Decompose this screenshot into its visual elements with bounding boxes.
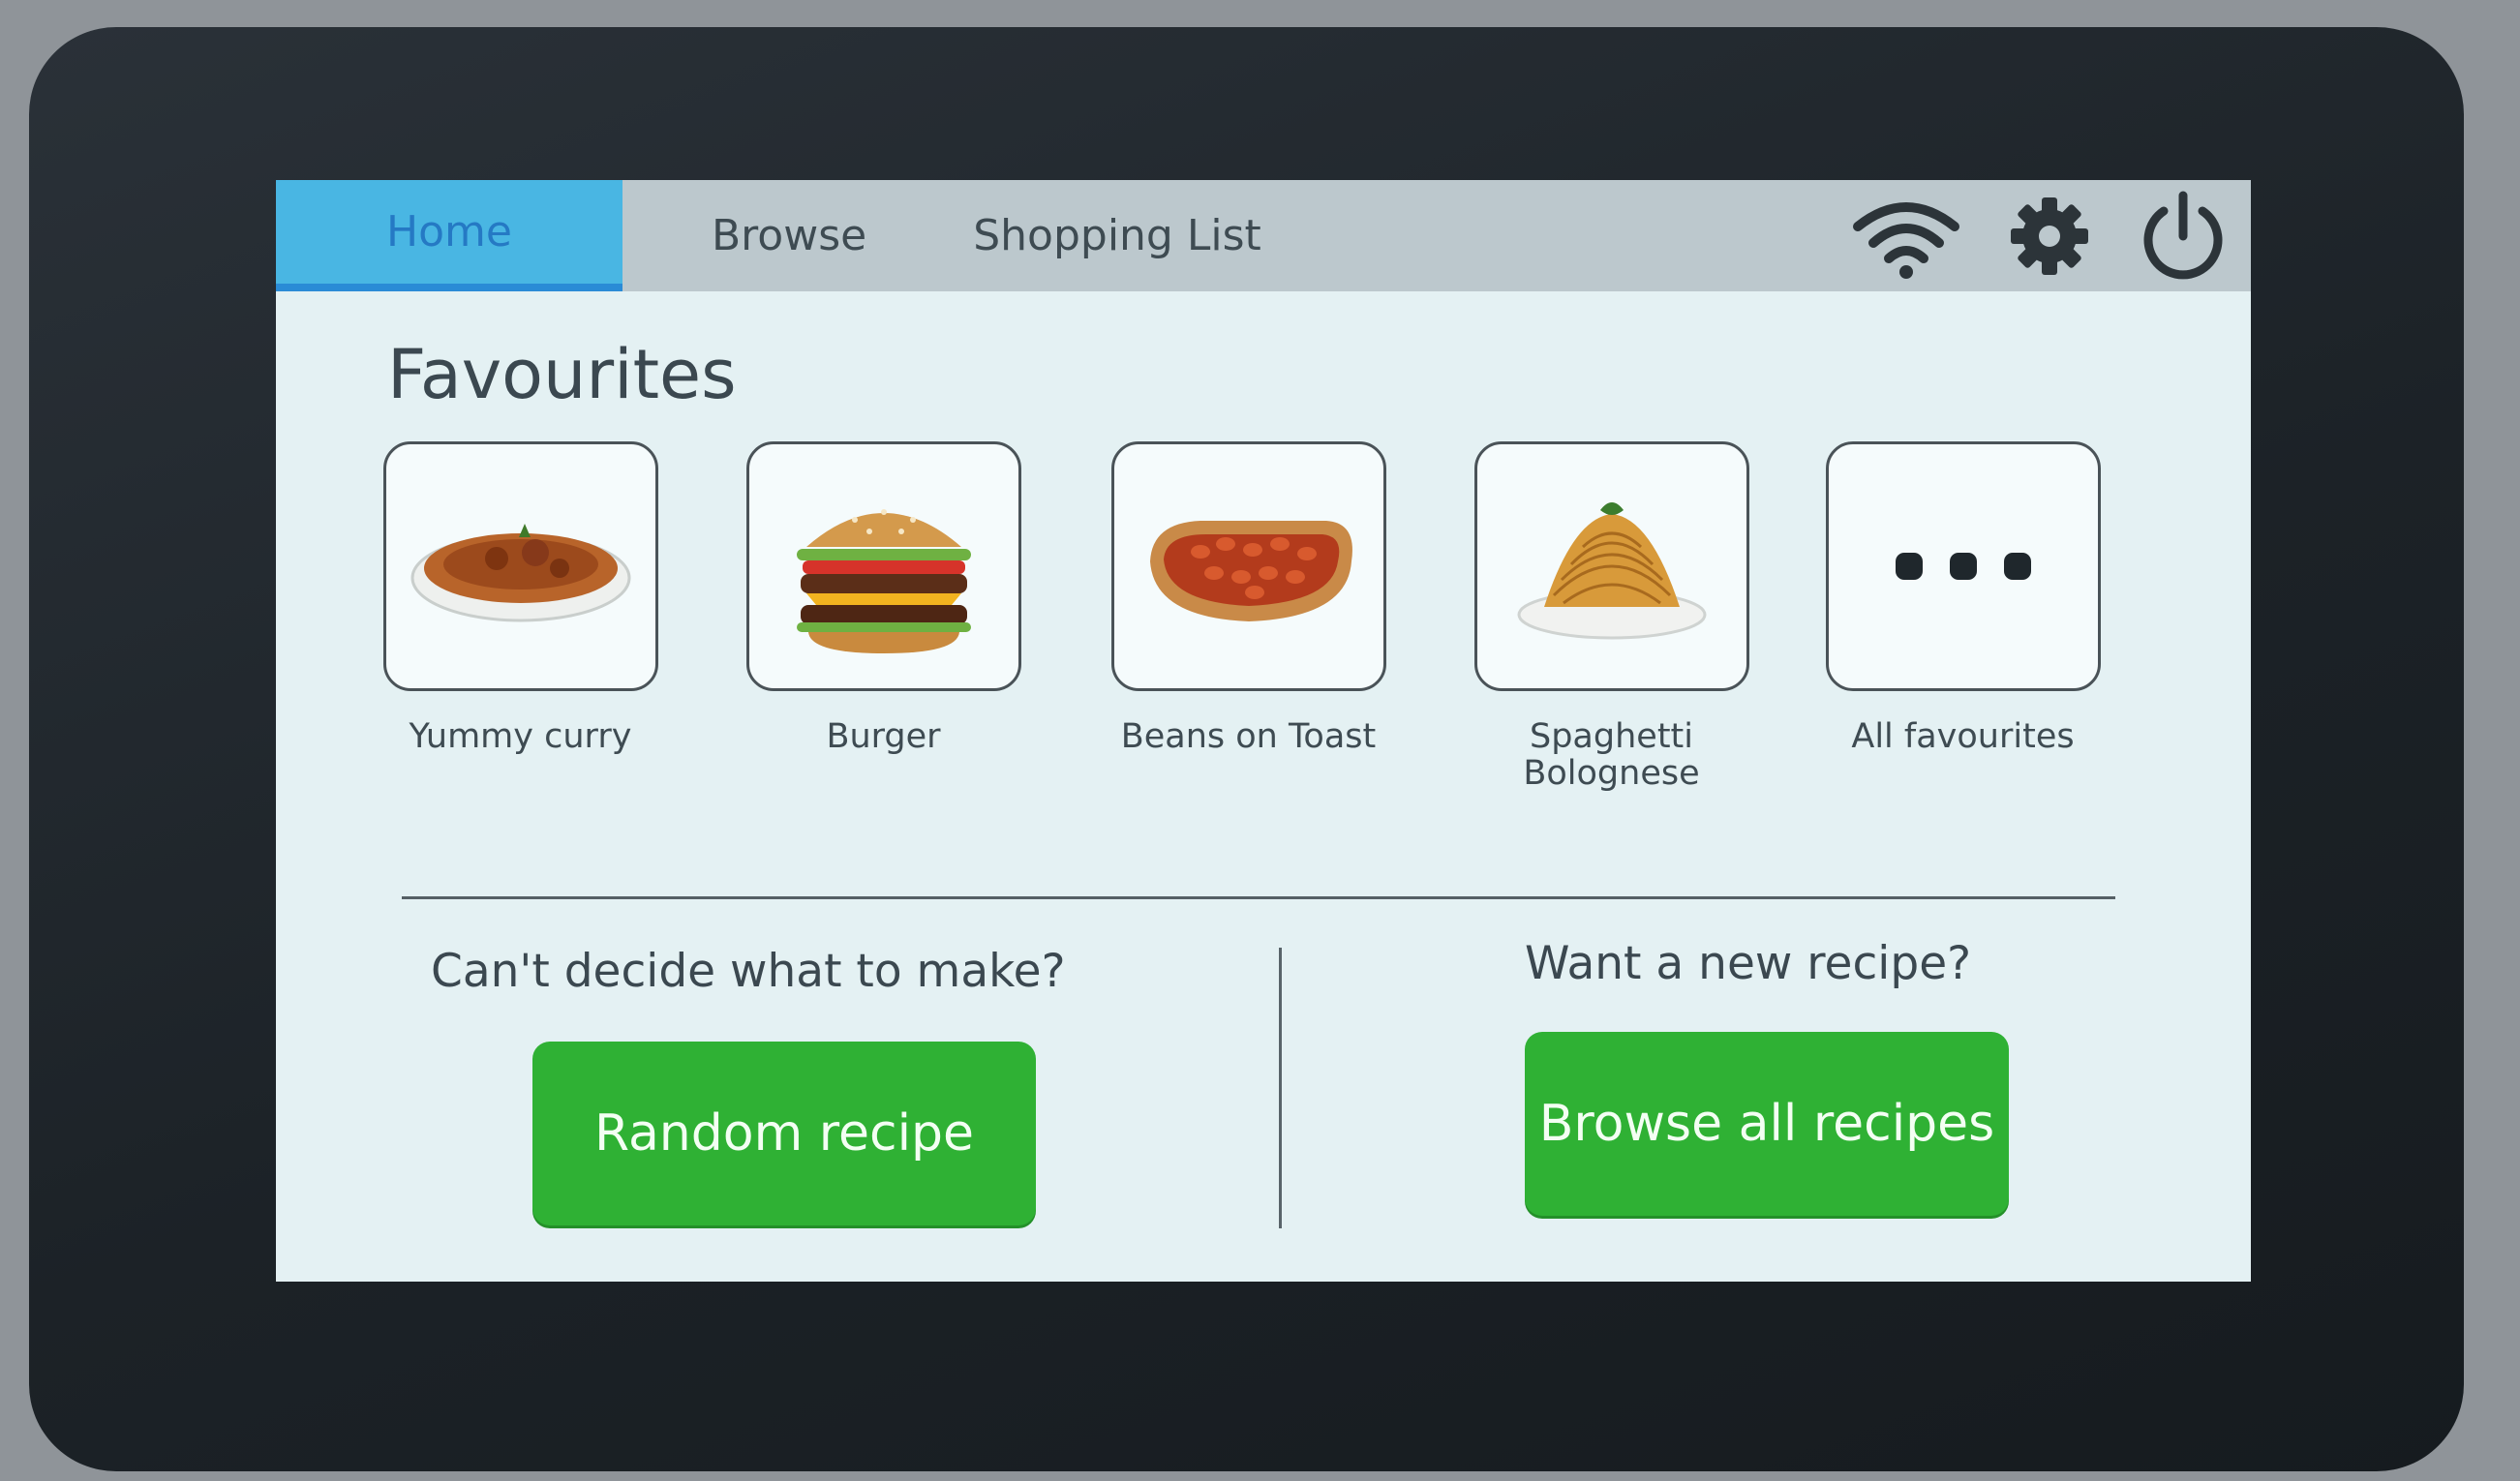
favourite-label: Beans on Toast: [1120, 717, 1377, 756]
favourite-tile[interactable]: [745, 441, 1021, 691]
beans-on-toast-image: [1149, 521, 1352, 621]
top-nav-bar: Home Browse Shopping List: [276, 180, 2251, 291]
spaghetti-image: [1517, 502, 1706, 640]
random-prompt: Can't decide what to make?: [431, 945, 1066, 998]
column-divider: [1279, 948, 1282, 1228]
favourite-label-line: Bolognese: [1523, 754, 1700, 793]
favourite-item-curry[interactable]: Yummy curry: [382, 441, 658, 755]
favourite-tile[interactable]: [382, 441, 658, 691]
browse-all-recipes-button[interactable]: Browse all recipes: [1525, 1032, 2009, 1216]
tab-home-label: Home: [386, 207, 512, 257]
tab-shopping-list[interactable]: Shopping List: [973, 180, 1261, 291]
favourite-label: Yummy curry: [409, 717, 632, 756]
tab-browse-label: Browse: [712, 211, 867, 260]
tab-shopping-list-label: Shopping List: [973, 211, 1261, 260]
favourite-label: Spaghetti Bolognese: [1473, 718, 1749, 792]
more-dots-icon: [1895, 553, 2031, 580]
favourite-label-line: Spaghetti: [1530, 717, 1693, 756]
power-icon[interactable]: [2135, 188, 2232, 285]
favourite-item-burger[interactable]: Burger: [745, 441, 1021, 755]
favourite-label: Burger: [826, 717, 941, 756]
status-icons: [1848, 180, 2232, 291]
favourite-tile[interactable]: [1825, 441, 2101, 691]
favourites-heading: Favourites: [387, 335, 737, 414]
curry-image: [410, 524, 630, 622]
favourite-tile[interactable]: [1110, 441, 1386, 691]
burger-image: [796, 509, 971, 653]
tab-browse[interactable]: Browse: [712, 180, 866, 291]
favourite-item-all[interactable]: All favourites: [1825, 441, 2101, 755]
favourite-label: All favourites: [1851, 717, 2075, 756]
random-recipe-button[interactable]: Random recipe: [532, 1042, 1036, 1225]
tab-home[interactable]: Home: [276, 180, 622, 291]
wifi-icon[interactable]: [1848, 193, 1964, 280]
section-divider: [402, 896, 2115, 899]
favourite-tile[interactable]: [1473, 441, 1749, 691]
favourite-item-spaghetti-bolognese[interactable]: Spaghetti Bolognese: [1473, 441, 1749, 792]
favourite-item-beans-on-toast[interactable]: Beans on Toast: [1110, 441, 1386, 755]
browse-prompt: Want a new recipe?: [1525, 937, 1972, 990]
touch-screen: Home Browse Shopping List Favourites Yum…: [276, 180, 2251, 1282]
gear-icon[interactable]: [2009, 196, 2090, 277]
